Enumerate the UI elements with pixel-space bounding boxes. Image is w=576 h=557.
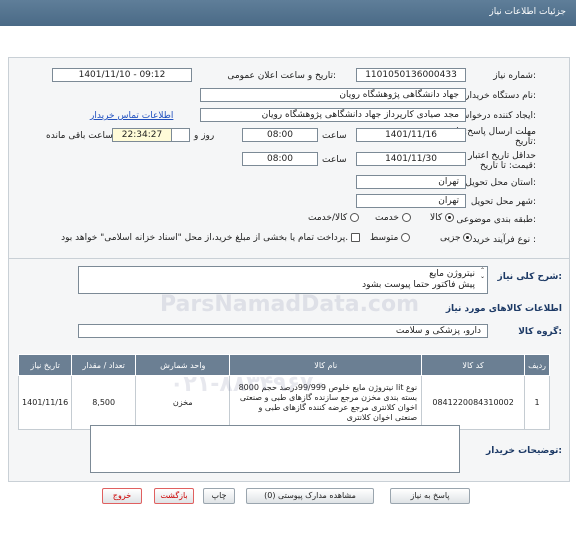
table-row: 1401/11/16 8,500 مخزن نیتروژن مایع خلوص … bbox=[17, 375, 550, 430]
description-line-2: پیش فاکتور حتما پیوست بشود bbox=[362, 280, 475, 290]
col-code: کد کالا bbox=[421, 354, 526, 376]
row-unit: مخزن bbox=[135, 375, 231, 430]
announce-label: تاریخ و ساعت اعلان عمومی: bbox=[227, 71, 336, 81]
announce-field: 1401/11/10 - 09:12 bbox=[52, 68, 192, 82]
creator-field: مجد صیادی کارپرداز جهاد دانشگاهی پژوهشگا… bbox=[200, 108, 466, 122]
category-option-goods[interactable]: کالا bbox=[430, 213, 455, 223]
buyer-org-field: جهاد دانشگاهی پژوهشگاه رویان bbox=[200, 88, 466, 102]
process-medium-radio[interactable] bbox=[401, 233, 411, 242]
goods-section-title: اطلاعات کالاهای مورد نیاز bbox=[445, 304, 562, 314]
goods-group-label: گروه کالا: bbox=[518, 327, 562, 337]
deadline-date-field: 1401/11/16 bbox=[356, 128, 466, 142]
col-qty: تعداد / مقدار bbox=[71, 354, 137, 376]
validity-date-field: 1401/11/30 bbox=[356, 152, 466, 166]
city-label: شهر محل تحویل: bbox=[470, 197, 536, 207]
treasury-checkbox[interactable] bbox=[351, 233, 360, 242]
attachments-button[interactable]: مشاهده مدارک پیوستی (0) bbox=[246, 488, 374, 504]
category-option-service[interactable]: خدمت bbox=[375, 213, 411, 223]
col-name: نام کالا bbox=[229, 354, 423, 376]
row-index: 1 bbox=[524, 375, 550, 430]
deadline-label-2: تاریخ: bbox=[515, 137, 536, 147]
deadline-time-label: ساعت bbox=[322, 131, 347, 141]
category-goods-radio[interactable] bbox=[445, 213, 455, 222]
remaining-time-field: 22:34:27 bbox=[112, 128, 172, 142]
validity-time-label: ساعت bbox=[322, 155, 347, 165]
need-number-field: 1101050136000433 bbox=[356, 68, 466, 82]
exit-button[interactable]: خروج bbox=[102, 488, 142, 504]
col-index: ردیف bbox=[524, 354, 550, 376]
page-header: جزئیات اطلاعات نیاز bbox=[0, 0, 576, 26]
treasury-option[interactable]: پرداخت تمام یا بخشی از مبلغ خرید،از محل … bbox=[60, 233, 360, 243]
col-date: تاریخ نیاز bbox=[17, 354, 73, 376]
validity-label-2: قیمت: تا تاریخ: bbox=[479, 161, 536, 171]
process-option-minor[interactable]: جزیی bbox=[440, 233, 473, 243]
scroll-arrows-icon[interactable]: ⌃ ⌄ bbox=[480, 268, 485, 280]
buyer-org-label: نام دستگاه خریدار: bbox=[465, 91, 536, 101]
buyer-notes-box[interactable] bbox=[90, 425, 460, 473]
city-field: تهران bbox=[356, 194, 466, 208]
deadline-label: مهلت ارسال پاسخ: تا bbox=[456, 127, 536, 137]
process-label: نوع فرآیند خرید : bbox=[472, 235, 536, 245]
contact-buyer-link[interactable]: اطلاعات تماس خریدار bbox=[90, 111, 173, 121]
category-label: طبقه بندی موضوعی: bbox=[456, 215, 536, 225]
province-field: تهران bbox=[356, 175, 466, 189]
reply-button[interactable]: پاسخ به نیاز bbox=[390, 488, 470, 504]
validity-time-field: 08:00 bbox=[242, 152, 318, 166]
remaining-label: ساعت باقی مانده bbox=[46, 131, 113, 141]
back-button[interactable]: بازگشت bbox=[154, 488, 194, 504]
buyer-notes-label: توضیحات خریدار: bbox=[486, 446, 562, 456]
treasury-note: پرداخت تمام یا بخشی از مبلغ خرید،از محل … bbox=[61, 233, 349, 243]
goods-group-field: دارو، پزشکی و سلامت bbox=[78, 324, 488, 338]
row-code: 0841220084310002 bbox=[421, 375, 526, 430]
category-option-goods-service[interactable]: کالا/خدمت bbox=[308, 213, 360, 223]
process-minor-radio[interactable] bbox=[463, 233, 473, 242]
category-goods-service-radio[interactable] bbox=[350, 213, 360, 222]
province-label: استان محل تحویل: bbox=[465, 178, 536, 188]
col-unit: واحد شمارش bbox=[135, 354, 231, 376]
days-label: روز و bbox=[194, 131, 215, 141]
process-option-medium[interactable]: متوسط bbox=[370, 233, 411, 243]
row-name: نیتروژن مایع خلوص 99/999درصد حجم 8000 li… bbox=[229, 375, 423, 430]
row-date: 1401/11/16 bbox=[17, 375, 73, 430]
row-qty: 8,500 bbox=[71, 375, 137, 430]
category-service-radio[interactable] bbox=[401, 213, 411, 222]
deadline-time-field: 08:00 bbox=[242, 128, 318, 142]
validity-label: حداقل تاریخ اعتبار bbox=[468, 151, 536, 161]
page-title: جزئیات اطلاعات نیاز bbox=[489, 7, 566, 17]
description-line-1: نیتروژن مایع bbox=[429, 269, 475, 279]
description-textarea[interactable]: نیتروژن مایع پیش فاکتور حتما پیوست بشود … bbox=[78, 266, 488, 294]
print-button[interactable]: چاپ bbox=[203, 488, 235, 504]
need-number-label: شماره نیاز: bbox=[493, 71, 536, 81]
goods-table: تاریخ نیاز تعداد / مقدار واحد شمارش نام … bbox=[17, 354, 550, 430]
description-label: شرح کلی نیاز: bbox=[497, 272, 562, 282]
